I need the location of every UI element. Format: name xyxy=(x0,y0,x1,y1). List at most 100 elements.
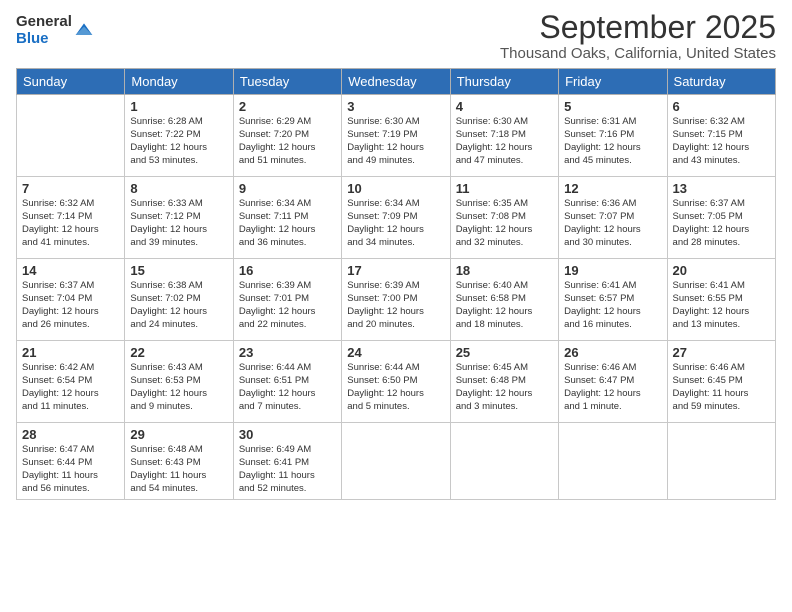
day-number: 5 xyxy=(564,99,661,114)
location-title: Thousand Oaks, California, United States xyxy=(500,45,776,62)
table-row: 19 Sunrise: 6:41 AM Sunset: 6:57 PM Dayli… xyxy=(559,259,667,341)
day-info: Sunrise: 6:48 AM Sunset: 6:43 PM Dayligh… xyxy=(130,444,227,495)
table-row: 16Sunrise: 6:39 AM Sunset: 7:01 PM Dayli… xyxy=(233,259,341,341)
day-info: Sunrise: 6:35 AM Sunset: 7:08 PM Dayligh… xyxy=(456,198,553,249)
day-number: 7 xyxy=(22,181,119,196)
table-row: 8Sunrise: 6:33 AM Sunset: 7:12 PM Daylig… xyxy=(125,177,233,259)
table-row: 6 Sunrise: 6:32 AM Sunset: 7:15 PM Daylig… xyxy=(667,95,775,177)
header-sunday: Sunday xyxy=(17,69,125,95)
day-number: 19 xyxy=(564,263,661,278)
day-info: Sunrise: 6:37 AM Sunset: 7:04 PM Dayligh… xyxy=(22,280,119,331)
day-info: Sunrise: 6:32 AM Sunset: 7:15 PM Dayligh… xyxy=(673,116,770,167)
day-number: 11 xyxy=(456,181,553,196)
table-row xyxy=(667,423,775,500)
day-info: Sunrise: 6:36 AM Sunset: 7:07 PM Dayligh… xyxy=(564,198,661,249)
day-number: 29 xyxy=(130,427,227,442)
table-row: 18 Sunrise: 6:40 AM Sunset: 6:58 PM Dayli… xyxy=(450,259,558,341)
logo-blue: Blue xyxy=(16,31,72,48)
weekday-header-row: Sunday Monday Tuesday Wednesday Thursday… xyxy=(17,69,776,95)
day-info: Sunrise: 6:28 AM Sunset: 7:22 PM Dayligh… xyxy=(130,116,227,167)
day-info: Sunrise: 6:44 AM Sunset: 6:51 PM Dayligh… xyxy=(239,362,336,413)
table-row: 23 Sunrise: 6:44 AM Sunset: 6:51 PM Dayli… xyxy=(233,341,341,423)
day-number: 30 xyxy=(239,427,336,442)
logo-text: General Blue xyxy=(16,14,72,47)
day-info: Sunrise: 6:41 AM Sunset: 6:55 PM Dayligh… xyxy=(673,280,770,331)
table-row: 27 Sunrise: 6:46 AM Sunset: 6:45 PM Dayli… xyxy=(667,341,775,423)
day-number: 15 xyxy=(130,263,227,278)
day-info: Sunrise: 6:29 AM Sunset: 7:20 PM Dayligh… xyxy=(239,116,336,167)
day-info: Sunrise: 6:40 AM Sunset: 6:58 PM Dayligh… xyxy=(456,280,553,331)
calendar-week-row: 21 Sunrise: 6:42 AM Sunset: 6:54 PM Dayli… xyxy=(17,341,776,423)
header-saturday: Saturday xyxy=(667,69,775,95)
calendar-week-row: 14Sunrise: 6:37 AM Sunset: 7:04 PM Dayli… xyxy=(17,259,776,341)
table-row: 7 Sunrise: 6:32 AM Sunset: 7:14 PM Daylig… xyxy=(17,177,125,259)
table-row: 17 Sunrise: 6:39 AM Sunset: 7:00 PM Dayli… xyxy=(342,259,450,341)
day-number: 6 xyxy=(673,99,770,114)
day-info: Sunrise: 6:30 AM Sunset: 7:19 PM Dayligh… xyxy=(347,116,444,167)
table-row: 14Sunrise: 6:37 AM Sunset: 7:04 PM Dayli… xyxy=(17,259,125,341)
header-wednesday: Wednesday xyxy=(342,69,450,95)
table-row: 29 Sunrise: 6:48 AM Sunset: 6:43 PM Dayli… xyxy=(125,423,233,500)
day-number: 22 xyxy=(130,345,227,360)
header-monday: Monday xyxy=(125,69,233,95)
table-row xyxy=(559,423,667,500)
table-row xyxy=(342,423,450,500)
day-info: Sunrise: 6:42 AM Sunset: 6:54 PM Dayligh… xyxy=(22,362,119,413)
table-row: 3 Sunrise: 6:30 AM Sunset: 7:19 PM Daylig… xyxy=(342,95,450,177)
day-info: Sunrise: 6:38 AM Sunset: 7:02 PM Dayligh… xyxy=(130,280,227,331)
day-number: 28 xyxy=(22,427,119,442)
day-number: 4 xyxy=(456,99,553,114)
day-info: Sunrise: 6:41 AM Sunset: 6:57 PM Dayligh… xyxy=(564,280,661,331)
day-info: Sunrise: 6:43 AM Sunset: 6:53 PM Dayligh… xyxy=(130,362,227,413)
day-info: Sunrise: 6:47 AM Sunset: 6:44 PM Dayligh… xyxy=(22,444,119,495)
header-friday: Friday xyxy=(559,69,667,95)
day-info: Sunrise: 6:34 AM Sunset: 7:09 PM Dayligh… xyxy=(347,198,444,249)
calendar-page: General Blue September 2025 Thousand Oak… xyxy=(0,0,792,612)
header: General Blue September 2025 Thousand Oak… xyxy=(16,10,776,62)
day-number: 26 xyxy=(564,345,661,360)
calendar-week-row: 1 Sunrise: 6:28 AM Sunset: 7:22 PM Daylig… xyxy=(17,95,776,177)
day-number: 27 xyxy=(673,345,770,360)
day-info: Sunrise: 6:30 AM Sunset: 7:18 PM Dayligh… xyxy=(456,116,553,167)
day-info: Sunrise: 6:46 AM Sunset: 6:45 PM Dayligh… xyxy=(673,362,770,413)
day-info: Sunrise: 6:32 AM Sunset: 7:14 PM Dayligh… xyxy=(22,198,119,249)
logo-icon xyxy=(74,20,94,40)
day-info: Sunrise: 6:46 AM Sunset: 6:47 PM Dayligh… xyxy=(564,362,661,413)
table-row: 5 Sunrise: 6:31 AM Sunset: 7:16 PM Daylig… xyxy=(559,95,667,177)
day-number: 24 xyxy=(347,345,444,360)
table-row: 2Sunrise: 6:29 AM Sunset: 7:20 PM Daylig… xyxy=(233,95,341,177)
table-row: 11 Sunrise: 6:35 AM Sunset: 7:08 PM Dayli… xyxy=(450,177,558,259)
table-row: 22 Sunrise: 6:43 AM Sunset: 6:53 PM Dayli… xyxy=(125,341,233,423)
table-row: 21 Sunrise: 6:42 AM Sunset: 6:54 PM Dayli… xyxy=(17,341,125,423)
calendar-week-row: 7 Sunrise: 6:32 AM Sunset: 7:14 PM Daylig… xyxy=(17,177,776,259)
table-row: 28 Sunrise: 6:47 AM Sunset: 6:44 PM Dayli… xyxy=(17,423,125,500)
day-number: 3 xyxy=(347,99,444,114)
day-number: 23 xyxy=(239,345,336,360)
day-number: 18 xyxy=(456,263,553,278)
day-info: Sunrise: 6:34 AM Sunset: 7:11 PM Dayligh… xyxy=(239,198,336,249)
day-info: Sunrise: 6:45 AM Sunset: 6:48 PM Dayligh… xyxy=(456,362,553,413)
day-number: 17 xyxy=(347,263,444,278)
table-row: 10 Sunrise: 6:34 AM Sunset: 7:09 PM Dayli… xyxy=(342,177,450,259)
table-row: 13Sunrise: 6:37 AM Sunset: 7:05 PM Dayli… xyxy=(667,177,775,259)
logo: General Blue xyxy=(16,14,94,47)
table-row: 12Sunrise: 6:36 AM Sunset: 7:07 PM Dayli… xyxy=(559,177,667,259)
day-info: Sunrise: 6:49 AM Sunset: 6:41 PM Dayligh… xyxy=(239,444,336,495)
day-info: Sunrise: 6:31 AM Sunset: 7:16 PM Dayligh… xyxy=(564,116,661,167)
day-number: 20 xyxy=(673,263,770,278)
table-row: 20 Sunrise: 6:41 AM Sunset: 6:55 PM Dayli… xyxy=(667,259,775,341)
calendar-week-row: 28 Sunrise: 6:47 AM Sunset: 6:44 PM Dayli… xyxy=(17,423,776,500)
table-row: 15 Sunrise: 6:38 AM Sunset: 7:02 PM Dayli… xyxy=(125,259,233,341)
day-info: Sunrise: 6:37 AM Sunset: 7:05 PM Dayligh… xyxy=(673,198,770,249)
day-info: Sunrise: 6:39 AM Sunset: 7:00 PM Dayligh… xyxy=(347,280,444,331)
day-number: 21 xyxy=(22,345,119,360)
day-number: 10 xyxy=(347,181,444,196)
day-number: 1 xyxy=(130,99,227,114)
table-row: 30 Sunrise: 6:49 AM Sunset: 6:41 PM Dayli… xyxy=(233,423,341,500)
table-row xyxy=(450,423,558,500)
day-info: Sunrise: 6:39 AM Sunset: 7:01 PM Dayligh… xyxy=(239,280,336,331)
table-row: 25Sunrise: 6:45 AM Sunset: 6:48 PM Dayli… xyxy=(450,341,558,423)
calendar-table: Sunday Monday Tuesday Wednesday Thursday… xyxy=(16,68,776,500)
table-row: 4 Sunrise: 6:30 AM Sunset: 7:18 PM Daylig… xyxy=(450,95,558,177)
month-title: September 2025 xyxy=(500,10,776,45)
